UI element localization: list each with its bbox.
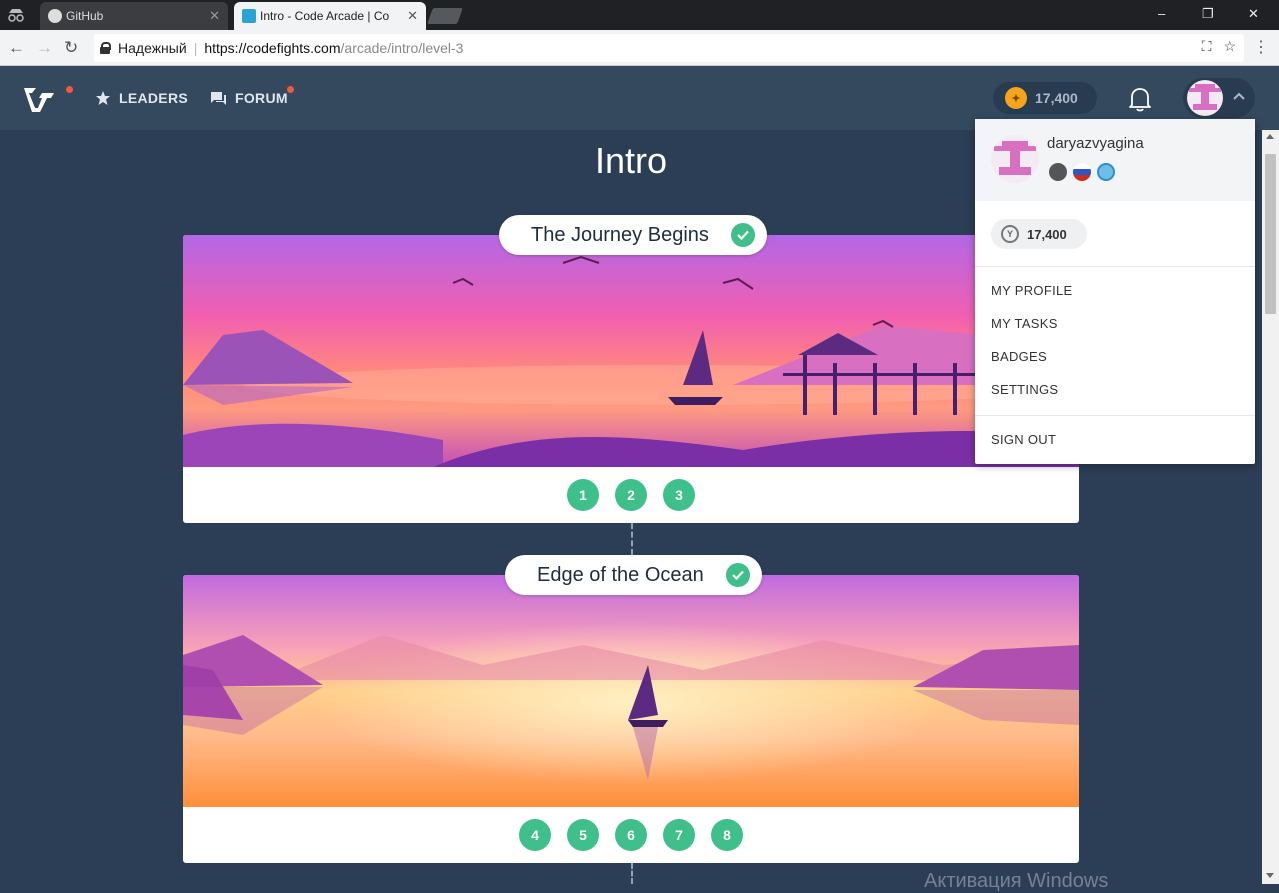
menu-item-settings[interactable]: SETTINGS bbox=[991, 382, 1058, 397]
new-tab-button[interactable] bbox=[427, 8, 463, 24]
user-menu-toggle[interactable] bbox=[1183, 78, 1255, 118]
level-label-edge-of-ocean[interactable]: Edge of the Ocean bbox=[505, 555, 762, 595]
tab-title: Intro - Code Arcade | Co bbox=[260, 9, 390, 23]
avatar bbox=[1187, 80, 1223, 116]
globe-badge-icon bbox=[1097, 163, 1115, 181]
scroll-down-icon[interactable] bbox=[1266, 873, 1274, 878]
coin-icon: Y bbox=[1001, 225, 1019, 243]
check-icon bbox=[725, 563, 750, 587]
security-label: Надежный bbox=[118, 40, 187, 56]
user-dropdown-menu: daryazvyagina Y 17,400 MY PROFILE MY TAS… bbox=[975, 119, 1255, 464]
level-steps: 4 5 6 7 8 bbox=[183, 807, 1079, 863]
level-name: Edge of the Ocean bbox=[537, 563, 704, 586]
user-badges bbox=[1049, 163, 1115, 181]
step-button[interactable]: 3 bbox=[663, 479, 695, 511]
tab-title: GitHub bbox=[66, 9, 104, 23]
step-button[interactable]: 1 bbox=[567, 479, 599, 511]
divider bbox=[975, 266, 1255, 267]
avatar[interactable] bbox=[991, 135, 1039, 183]
dropdown-username: daryazvyagina bbox=[1047, 135, 1144, 152]
codefights-icon bbox=[242, 9, 256, 23]
close-tab-icon[interactable]: ✕ bbox=[209, 8, 220, 24]
translate-icon[interactable]: ⛶ bbox=[1202, 38, 1212, 55]
close-window-button[interactable]: ✕ bbox=[1248, 6, 1259, 22]
step-button[interactable]: 2 bbox=[615, 479, 647, 511]
level-card-edge-of-ocean[interactable]: 4 5 6 7 8 bbox=[183, 575, 1079, 863]
scrollbar-thumb[interactable] bbox=[1265, 154, 1276, 314]
incognito-icon bbox=[6, 8, 26, 22]
chevron-up-icon bbox=[1231, 88, 1247, 104]
reload-icon[interactable]: ↻ bbox=[64, 38, 78, 58]
address-bar: ← → ↻ Надежный | https://codefights.com /… bbox=[0, 30, 1279, 66]
divider bbox=[975, 415, 1255, 416]
level-label-journey-begins[interactable]: The Journey Begins bbox=[499, 215, 767, 255]
check-icon bbox=[730, 223, 755, 247]
star-icon bbox=[96, 91, 110, 105]
url-path: /arcade/intro/level-3 bbox=[340, 40, 464, 56]
notification-dot bbox=[66, 86, 73, 93]
back-icon[interactable]: ← bbox=[8, 38, 25, 58]
bookmark-star-icon[interactable]: ☆ bbox=[1223, 38, 1236, 55]
coin-icon: ✦ bbox=[1005, 87, 1027, 109]
menu-item-my-tasks[interactable]: MY TASKS bbox=[991, 316, 1058, 331]
minimize-button[interactable]: – bbox=[1158, 6, 1165, 21]
tab-code-arcade[interactable]: Intro - Code Arcade | Co ✕ bbox=[234, 2, 426, 30]
level-steps: 1 2 3 bbox=[183, 467, 1079, 523]
browser-menu-icon[interactable]: ⋮ bbox=[1253, 37, 1269, 57]
dropdown-user-header: daryazvyagina bbox=[975, 119, 1255, 201]
divider: | bbox=[193, 40, 198, 56]
coin-balance[interactable]: ✦ 17,400 bbox=[993, 82, 1097, 114]
menu-item-my-profile[interactable]: MY PROFILE bbox=[991, 283, 1073, 298]
level-banner-sunset bbox=[183, 235, 1079, 467]
github-icon bbox=[48, 9, 62, 23]
level-connector bbox=[631, 863, 633, 884]
notification-dot bbox=[287, 86, 294, 93]
level-name: The Journey Begins bbox=[531, 223, 709, 246]
url-input[interactable]: Надежный | https://codefights.com/arcade… bbox=[94, 34, 1244, 62]
level-card-journey-begins[interactable]: 1 2 3 bbox=[183, 235, 1079, 523]
level-banner-ocean bbox=[183, 575, 1079, 807]
codefights-logo[interactable] bbox=[22, 84, 56, 112]
nav-forum[interactable]: FORUM bbox=[210, 90, 288, 106]
scroll-up-icon[interactable] bbox=[1266, 134, 1274, 139]
menu-item-sign-out[interactable]: SIGN OUT bbox=[991, 432, 1056, 447]
nav-forum-label: FORUM bbox=[235, 90, 288, 106]
menu-item-badges[interactable]: BADGES bbox=[991, 349, 1047, 364]
page-scrollbar[interactable] bbox=[1262, 130, 1279, 884]
step-button[interactable]: 4 bbox=[519, 819, 551, 851]
nav-leaders[interactable]: LEADERS bbox=[95, 90, 188, 106]
lock-icon bbox=[100, 42, 111, 54]
step-button[interactable]: 8 bbox=[711, 819, 743, 851]
maximize-button[interactable]: ❐ bbox=[1202, 6, 1214, 22]
bell-icon[interactable] bbox=[1128, 86, 1152, 112]
step-button[interactable]: 5 bbox=[567, 819, 599, 851]
browser-tab-bar: GitHub ✕ Intro - Code Arcade | Co ✕ – ❐ … bbox=[0, 0, 1279, 30]
nav-leaders-label: LEADERS bbox=[119, 90, 188, 106]
close-tab-icon[interactable]: ✕ bbox=[407, 8, 418, 24]
dropdown-coin-amount: 17,400 bbox=[1027, 226, 1067, 242]
step-button[interactable]: 6 bbox=[615, 819, 647, 851]
dropdown-coin-balance: Y 17,400 bbox=[991, 219, 1087, 249]
shield-badge-icon bbox=[1049, 163, 1067, 181]
forward-icon[interactable]: → bbox=[36, 38, 53, 58]
forum-icon bbox=[211, 91, 226, 105]
russia-flag-icon bbox=[1073, 163, 1091, 181]
level-connector bbox=[631, 523, 633, 555]
step-button[interactable]: 7 bbox=[663, 819, 695, 851]
url-host: https://codefights.com bbox=[204, 40, 341, 56]
windows-activation-watermark: Активация Windows bbox=[924, 870, 1109, 892]
coin-amount: 17,400 bbox=[1035, 90, 1078, 106]
tab-github[interactable]: GitHub ✕ bbox=[40, 2, 228, 30]
